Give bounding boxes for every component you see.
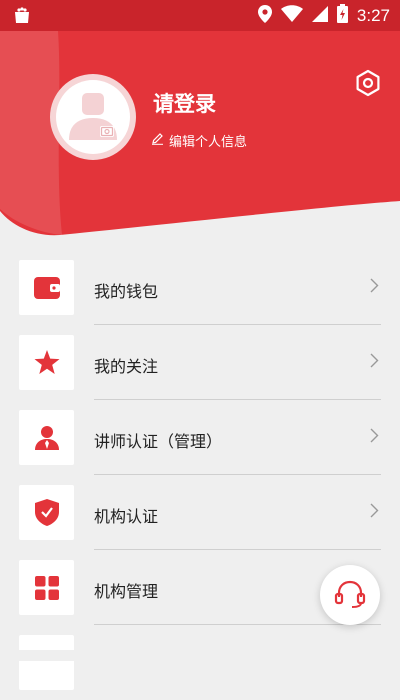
menu-item-label: 机构管理 [94, 582, 159, 601]
star-icon [19, 335, 74, 390]
menu-item-label: 我的钱包 [94, 282, 159, 301]
headset-icon [334, 580, 366, 608]
chevron-right-icon [370, 278, 379, 297]
menu-item-institution-certification[interactable]: 机构认证 [0, 475, 400, 550]
wifi-icon [280, 5, 303, 26]
menu-item-icon [19, 635, 74, 690]
grid-icon [19, 560, 74, 615]
pencil-icon [151, 132, 164, 149]
status-time: 3:27 [356, 5, 390, 25]
bottom-tab-bar [0, 650, 400, 661]
battery-icon [336, 4, 348, 27]
menu-item-wallet[interactable]: 我的钱包 [0, 250, 400, 325]
chevron-right-icon [370, 503, 379, 522]
shield-check-icon [19, 485, 74, 540]
menu-item-lecturer-certification[interactable]: 讲师认证（管理） [0, 400, 400, 475]
settings-icon[interactable] [354, 69, 382, 97]
chevron-right-icon [370, 428, 379, 447]
menu-item-label: 讲师认证（管理） [94, 432, 223, 451]
menu-item-following[interactable]: 我的关注 [0, 325, 400, 400]
customer-service-button[interactable] [320, 565, 380, 625]
wallet-icon [19, 260, 74, 315]
shopping-bag-icon [12, 5, 32, 29]
avatar[interactable] [50, 74, 136, 160]
edit-profile-label: 编辑个人信息 [169, 135, 248, 150]
menu-item-partial[interactable] [0, 625, 400, 700]
chevron-right-icon [370, 353, 379, 372]
menu-list: 我的钱包 我的关注 讲师认证（管理） 机构认证 机构管理 [0, 250, 400, 700]
login-prompt[interactable]: 请登录 [153, 88, 216, 118]
menu-item-label: 我的关注 [94, 357, 159, 376]
status-bar: 3:27 [0, 0, 400, 31]
lecturer-icon [19, 410, 74, 465]
user-placeholder-icon [69, 93, 117, 140]
signal-icon [311, 5, 328, 26]
edit-profile-link[interactable]: 编辑个人信息 [151, 131, 247, 150]
menu-item-label: 机构认证 [94, 507, 159, 526]
location-icon [257, 4, 272, 27]
